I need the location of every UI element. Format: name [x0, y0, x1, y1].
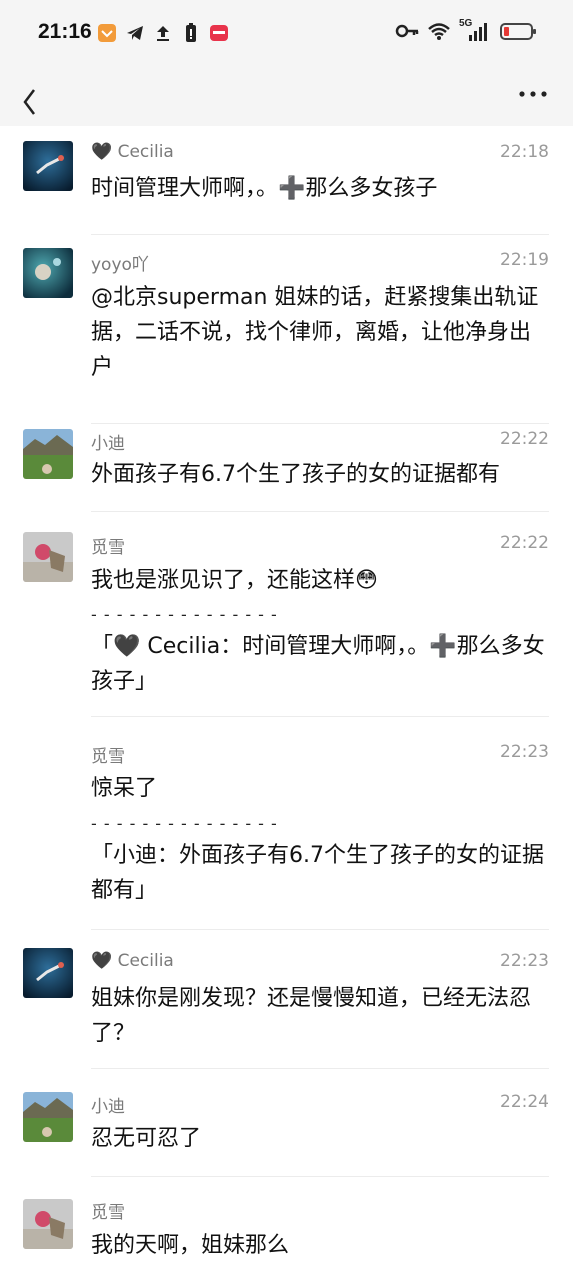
comment-text: 忍无可忍了 [91, 1126, 202, 1151]
chevron-left-icon [23, 89, 35, 115]
commenter-name[interactable]: 🖤 Cecilia [91, 951, 174, 971]
signal-icon [469, 23, 487, 41]
commenter-name[interactable]: 小迪 [91, 1092, 125, 1117]
comment-item: yoyo吖 22:19 @北京superman 姐妹的话，赶紧搜集出轨证据，二话… [0, 234, 573, 423]
quote-separator: - - - - - - - - - - - - - - - [91, 605, 278, 624]
commenter-name[interactable]: 觅雪 [91, 742, 125, 767]
commenter-name[interactable]: 🖤 Cecilia [91, 142, 174, 162]
comment-text: 我的天啊，姐妹那么 [91, 1233, 290, 1258]
avatar[interactable] [23, 1199, 73, 1249]
comment-text: 时间管理大师啊，。➕那么多女孩子 [91, 176, 438, 201]
signal-indicator: 5G [459, 18, 491, 42]
comment-time: 22:23 [500, 951, 549, 971]
comment-item: 🖤 Cecilia 22:18 时间管理大师啊，。➕那么多女孩子 [0, 126, 573, 234]
avatar[interactable] [23, 141, 73, 191]
wifi-icon [428, 23, 450, 40]
comment-time: 22:22 [500, 429, 549, 449]
comment-text: @北京superman 姐妹的话，赶紧搜集出轨证据，二话不说，找个律师，离婚，让… [91, 285, 539, 380]
comment-time: 22:24 [500, 1092, 549, 1112]
comment-time: 22:19 [500, 250, 549, 270]
quoted-text: 「🖤 Cecilia：时间管理大师啊，。➕那么多女孩子」 [91, 634, 545, 694]
comment-item: 觅雪 22:23 惊呆了 - - - - - - - - - - - - - -… [0, 716, 573, 929]
comment-text: 外面孩子有6.7个生了孩子的女的证据都有 [91, 462, 500, 487]
avatar[interactable] [23, 429, 73, 479]
avatar[interactable] [23, 532, 73, 582]
commenter-name[interactable]: 觅雪 [91, 1198, 125, 1223]
comment-item: 觅雪 22:22 我也是涨见识了，还能这样😳 - - - - - - - - -… [0, 511, 573, 716]
app-notification-icon [96, 22, 118, 44]
quote-separator: - - - - - - - - - - - - - - - [91, 814, 278, 833]
upload-icon [152, 22, 174, 44]
commenter-name[interactable]: yoyo吖 [91, 250, 149, 275]
comment-time: 22:23 [500, 742, 549, 762]
app-badge-icon [208, 22, 230, 44]
key-icon [395, 24, 419, 38]
comment-text: 我也是涨见识了，还能这样😳 [91, 568, 378, 593]
system-icons: 5G [395, 18, 537, 42]
commenter-name[interactable]: 觅雪 [91, 533, 125, 558]
comment-item: 觅雪 我的天啊，姐妹那么 [0, 1176, 573, 1280]
nav-bar [0, 66, 573, 126]
avatar[interactable] [23, 948, 73, 998]
avatar[interactable] [23, 1092, 73, 1142]
comment-item: 小迪 22:22 外面孩子有6.7个生了孩子的女的证据都有 [0, 423, 573, 511]
battery-alert-icon [180, 22, 202, 44]
telegram-icon [124, 22, 146, 44]
more-button[interactable] [517, 86, 551, 106]
comment-time: 22:18 [500, 142, 549, 162]
comment-text: 惊呆了 [91, 776, 158, 801]
back-button[interactable] [14, 76, 46, 116]
quoted-text: 「小迪：外面孩子有6.7个生了孩子的女的证据都有」 [91, 843, 544, 903]
status-time: 21:16 [38, 20, 92, 43]
notification-icons [96, 22, 230, 44]
battery-icon [500, 23, 536, 40]
comment-time: 22:22 [500, 533, 549, 553]
comment-item: 小迪 22:24 忍无可忍了 [0, 1068, 573, 1176]
avatar[interactable] [23, 248, 73, 298]
status-bar: 21:16 5G [0, 0, 573, 66]
comment-text: 姐妹你是刚发现？还是慢慢知道，已经无法忍了？ [91, 986, 532, 1046]
comment-item: 🖤 Cecilia 22:23 姐妹你是刚发现？还是慢慢知道，已经无法忍了？ [0, 929, 573, 1068]
commenter-name[interactable]: 小迪 [91, 429, 125, 454]
more-horizontal-icon [519, 91, 547, 97]
